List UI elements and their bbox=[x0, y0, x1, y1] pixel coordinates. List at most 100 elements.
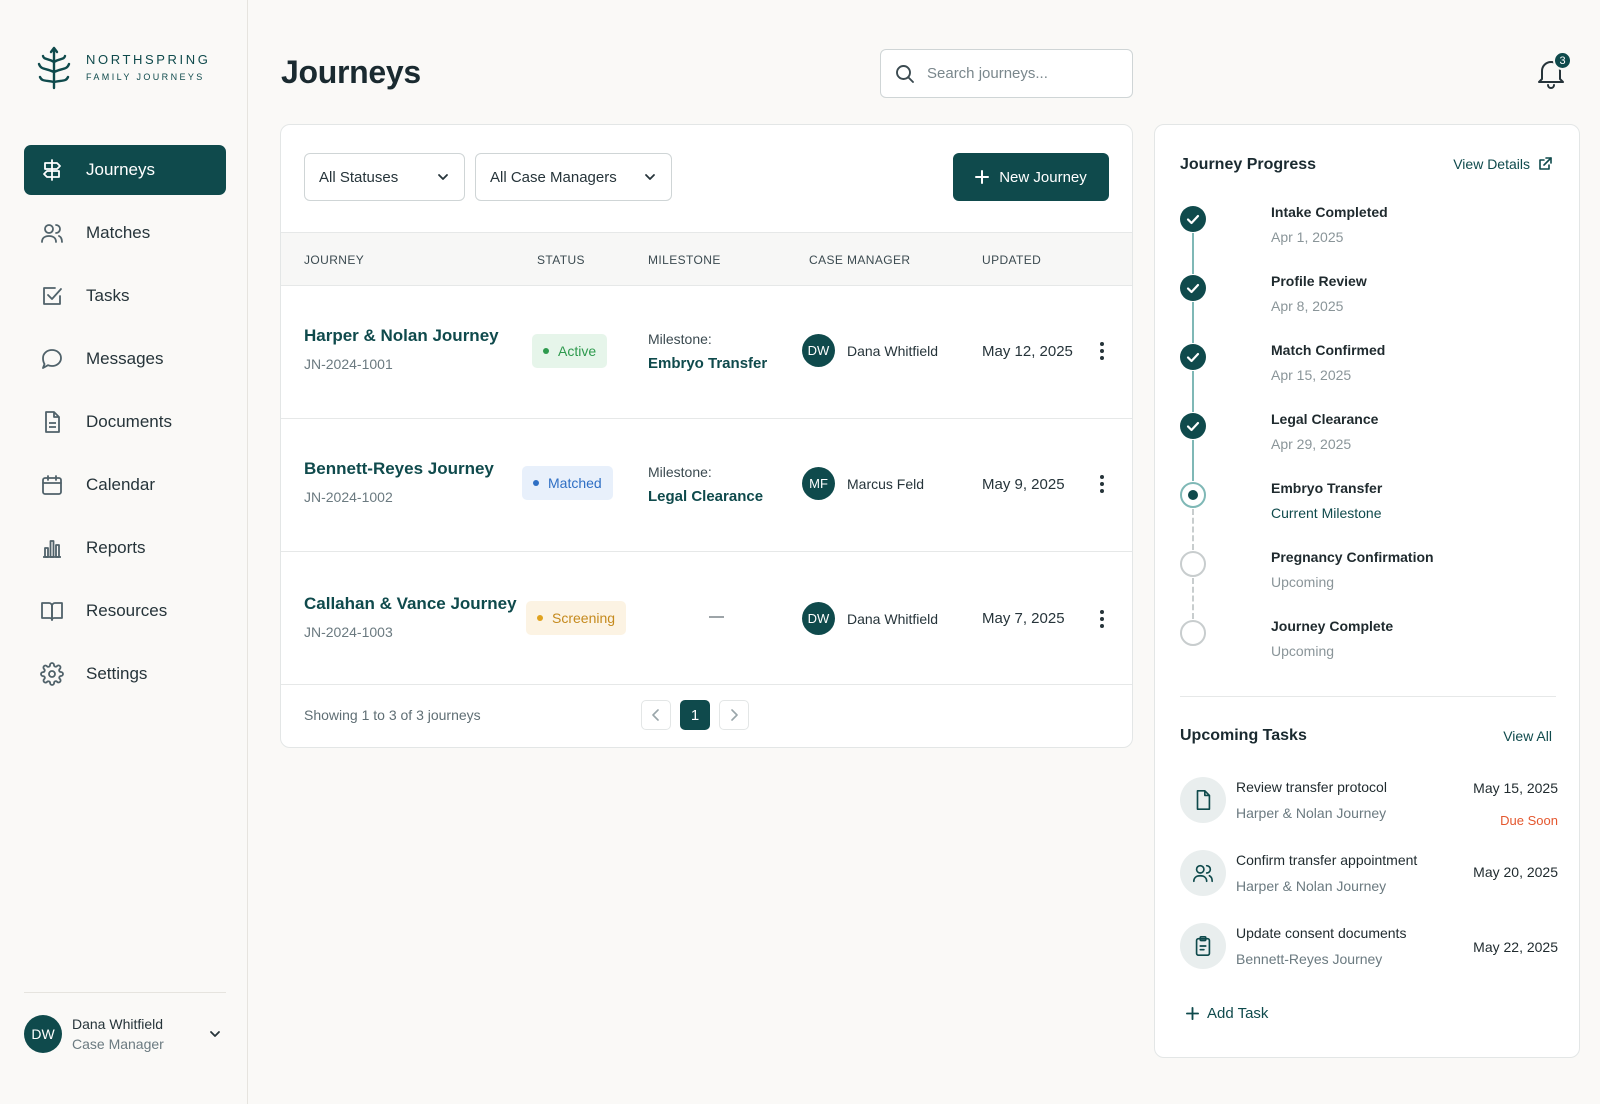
journey-progress-title: Journey Progress bbox=[1180, 156, 1317, 173]
status-badge: Active bbox=[532, 334, 608, 368]
sidebar-item-reports[interactable]: Reports bbox=[24, 523, 226, 573]
sidebar-item-tasks[interactable]: Tasks bbox=[24, 271, 226, 321]
external-link-icon bbox=[1539, 157, 1552, 170]
updated-date: May 9, 2025 bbox=[982, 476, 1065, 493]
task-journey: Harper & Nolan Journey bbox=[1236, 878, 1387, 894]
more-vertical-icon[interactable] bbox=[1097, 474, 1107, 494]
task-date: May 15, 2025 bbox=[1473, 780, 1558, 796]
task-item[interactable]: Update consent documents Bennett-Reyes J… bbox=[1180, 923, 1558, 973]
step-complete-icon bbox=[1180, 344, 1206, 370]
step-date: Apr 8, 2025 bbox=[1271, 298, 1344, 314]
brand-logo[interactable]: NORTHSPRING FAMILY JOURNEYS bbox=[36, 44, 210, 90]
search-input[interactable] bbox=[927, 65, 1107, 82]
document-icon bbox=[45, 411, 60, 433]
chevron-down-icon[interactable] bbox=[208, 1027, 222, 1041]
case-manager-filter-select[interactable]: All Case Managers bbox=[475, 153, 672, 201]
more-vertical-icon[interactable] bbox=[1097, 609, 1107, 629]
sidebar-item-label: Documents bbox=[86, 412, 172, 431]
step-complete-icon bbox=[1180, 275, 1206, 301]
sprout-logo-icon bbox=[37, 46, 71, 90]
status-dot bbox=[537, 615, 543, 621]
manager-name: Dana Whitfield bbox=[847, 610, 939, 627]
task-date: May 20, 2025 bbox=[1473, 864, 1558, 880]
view-all-tasks-link[interactable]: View All bbox=[1503, 728, 1552, 744]
case-manager: MF Marcus Feld bbox=[802, 467, 924, 500]
manager-avatar: DW bbox=[802, 602, 835, 635]
table-row[interactable]: Harper & Nolan Journey JN-2024-1001 Acti… bbox=[281, 286, 1132, 419]
next-page-button[interactable] bbox=[719, 700, 749, 730]
bar-chart-icon bbox=[43, 540, 61, 558]
page-title: Journeys bbox=[281, 54, 421, 90]
status-dot bbox=[543, 348, 549, 354]
plus-icon bbox=[1186, 1007, 1199, 1020]
sidebar-item-label: Calendar bbox=[86, 475, 155, 494]
step-status: Upcoming bbox=[1271, 574, 1335, 590]
notification-count-badge: 3 bbox=[1553, 51, 1572, 70]
milestone-label: Milestone: bbox=[648, 331, 712, 347]
sidebar-item-messages[interactable]: Messages bbox=[24, 334, 226, 384]
upcoming-tasks-title: Upcoming Tasks bbox=[1180, 727, 1307, 744]
journey-name-link[interactable]: Callahan & Vance Journey bbox=[304, 594, 517, 614]
previous-page-button[interactable] bbox=[641, 700, 671, 730]
status-badge: Matched bbox=[522, 466, 613, 500]
new-journey-button[interactable]: New Journey bbox=[953, 153, 1109, 201]
chevron-right-icon bbox=[731, 709, 738, 721]
step-title: Journey Complete bbox=[1271, 618, 1394, 634]
timeline-step: Legal Clearance Apr 29, 2025 bbox=[1180, 411, 1560, 473]
sidebar-item-label: Journeys bbox=[86, 160, 155, 179]
calendar-icon bbox=[42, 475, 62, 495]
chevron-down-icon bbox=[438, 174, 448, 180]
new-journey-label: New Journey bbox=[999, 168, 1087, 186]
journey-progress-card: Journey Progress View Details Intake Com… bbox=[1154, 124, 1580, 1058]
sidebar-item-matches[interactable]: Matches bbox=[24, 208, 226, 258]
journey-name-link[interactable]: Harper & Nolan Journey bbox=[304, 326, 499, 346]
message-icon bbox=[42, 349, 62, 369]
sidebar-item-label: Reports bbox=[86, 538, 146, 557]
clipboard-icon bbox=[1180, 923, 1226, 969]
sidebar-item-label: Matches bbox=[86, 223, 151, 242]
sidebar-item-resources[interactable]: Resources bbox=[24, 586, 226, 636]
status-label: Matched bbox=[548, 475, 602, 491]
journey-id: JN-2024-1003 bbox=[304, 624, 393, 640]
step-date: Apr 29, 2025 bbox=[1271, 436, 1352, 452]
sidebar-item-calendar[interactable]: Calendar bbox=[24, 460, 226, 510]
page-button-current[interactable]: 1 bbox=[680, 700, 710, 730]
add-task-button[interactable]: Add Task bbox=[1186, 1005, 1268, 1022]
timeline-step: Match Confirmed Apr 15, 2025 bbox=[1180, 342, 1560, 404]
journeys-table-card: All Statuses All Case Managers New Journ… bbox=[280, 124, 1133, 748]
task-date: May 22, 2025 bbox=[1473, 939, 1558, 955]
status-filter-select[interactable]: All Statuses bbox=[304, 153, 465, 201]
pagination-summary: Showing 1 to 3 of 3 journeys bbox=[304, 707, 481, 723]
user-menu[interactable]: DW Dana Whitfield Case Manager bbox=[24, 992, 226, 1053]
journey-id: JN-2024-1001 bbox=[304, 356, 393, 372]
search-box[interactable] bbox=[880, 49, 1133, 98]
step-complete-icon bbox=[1180, 206, 1206, 232]
task-journey: Harper & Nolan Journey bbox=[1236, 805, 1387, 821]
sidebar-item-label: Tasks bbox=[86, 286, 130, 305]
sidebar-item-journeys[interactable]: Journeys bbox=[24, 145, 226, 195]
task-item[interactable]: Confirm transfer appointment Harper & No… bbox=[1180, 850, 1558, 900]
step-status: Current Milestone bbox=[1271, 505, 1382, 521]
manager-name: Dana Whitfield bbox=[847, 342, 939, 359]
column-header-journey[interactable]: JOURNEY bbox=[304, 253, 364, 267]
column-header-case-manager[interactable]: CASE MANAGER bbox=[809, 253, 911, 267]
user-role: Case Manager bbox=[72, 1036, 164, 1052]
task-item[interactable]: Review transfer protocol Harper & Nolan … bbox=[1180, 777, 1558, 828]
journey-name-link[interactable]: Bennett-Reyes Journey bbox=[304, 459, 494, 479]
sidebar-item-documents[interactable]: Documents bbox=[24, 397, 226, 447]
step-title: Intake Completed bbox=[1271, 204, 1388, 220]
table-row[interactable]: Callahan & Vance Journey JN-2024-1003 Sc… bbox=[281, 552, 1132, 685]
table-row[interactable]: Bennett-Reyes Journey JN-2024-1002 Match… bbox=[281, 419, 1132, 552]
task-title: Review transfer protocol bbox=[1236, 779, 1387, 795]
milestone-value: Embryo Transfer bbox=[648, 355, 768, 372]
timeline-step: Intake Completed Apr 1, 2025 bbox=[1180, 204, 1560, 266]
chevron-left-icon bbox=[652, 709, 659, 721]
column-header-status[interactable]: STATUS bbox=[537, 253, 585, 267]
milestone-value: — bbox=[709, 608, 724, 625]
more-vertical-icon[interactable] bbox=[1097, 341, 1107, 361]
column-header-milestone[interactable]: MILESTONE bbox=[648, 253, 721, 267]
sidebar-item-settings[interactable]: Settings bbox=[24, 649, 226, 699]
search-icon bbox=[896, 64, 914, 83]
view-details-link[interactable]: View Details bbox=[1453, 156, 1552, 172]
column-header-updated[interactable]: UPDATED bbox=[982, 253, 1041, 267]
